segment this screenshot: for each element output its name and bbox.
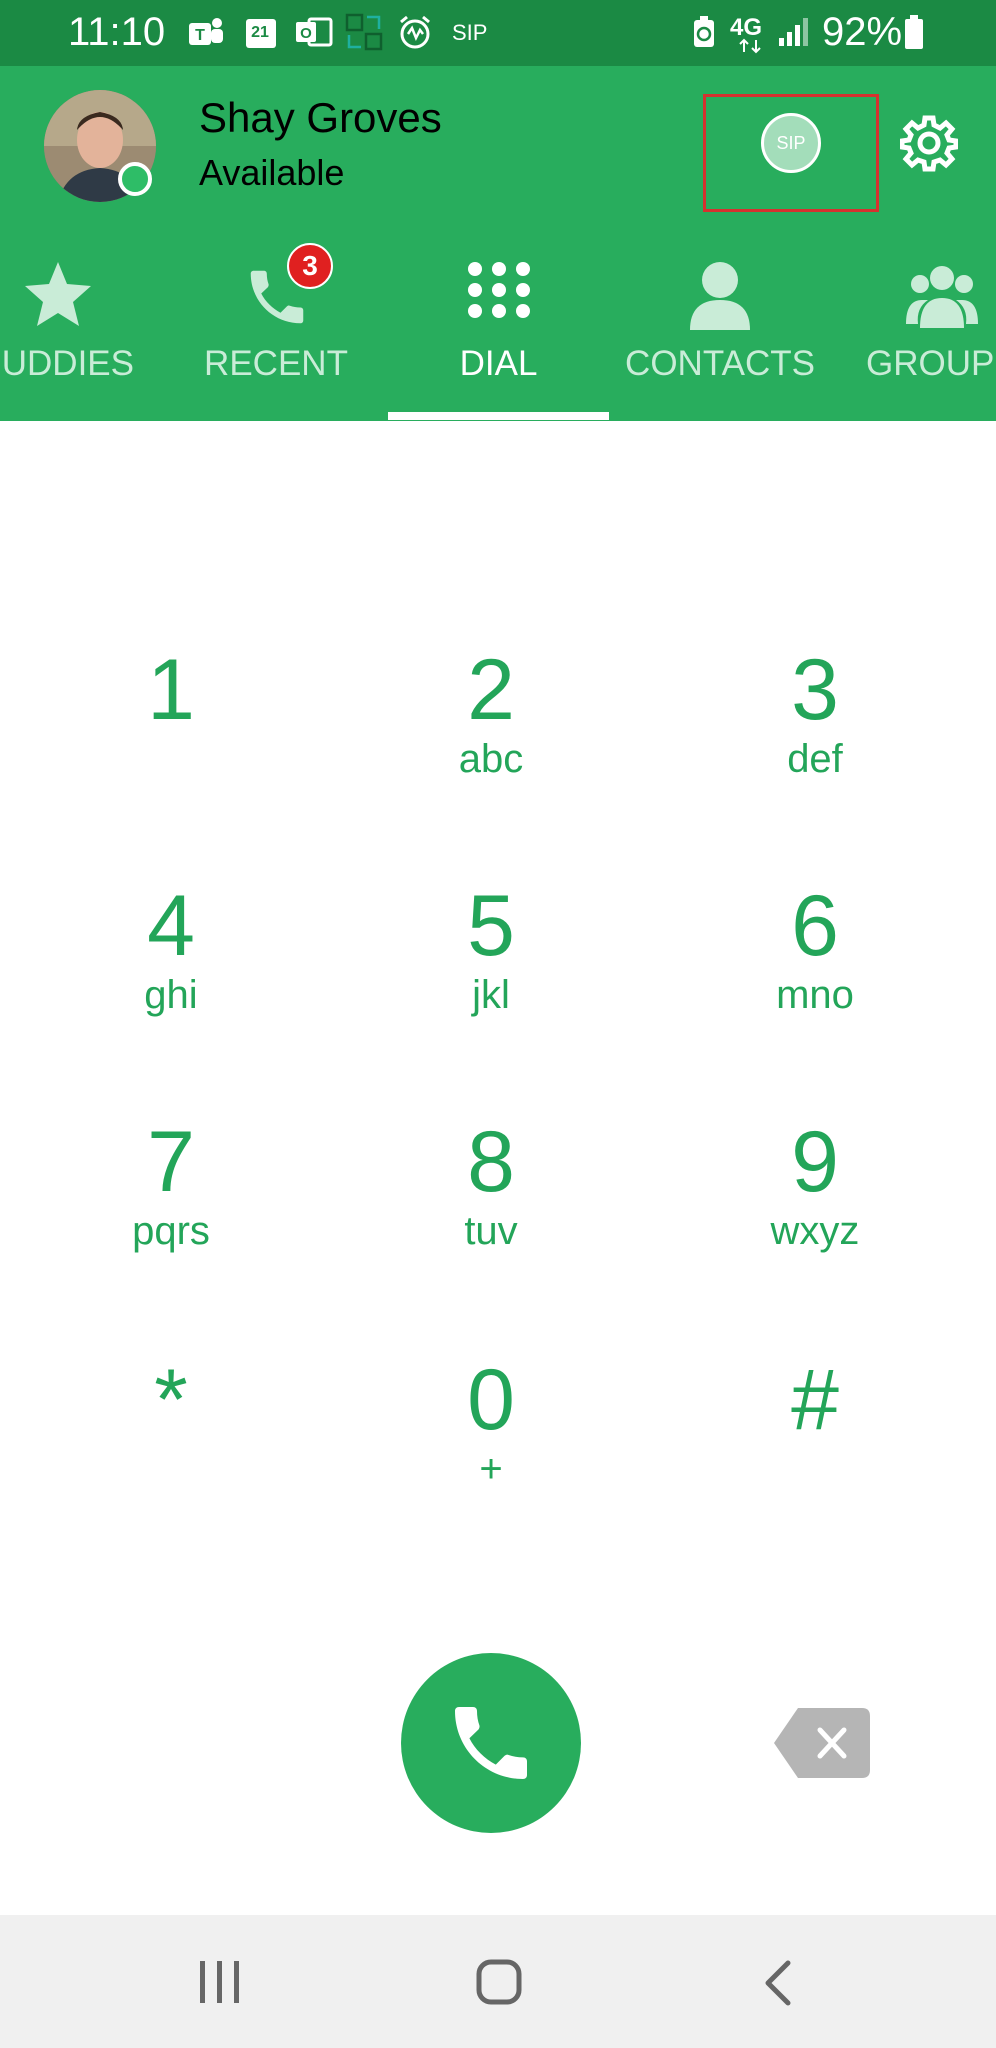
- key-6[interactable]: 6 mno: [690, 876, 940, 1076]
- tab-groups[interactable]: GROUPS: [856, 250, 996, 420]
- tab-contacts[interactable]: CONTACTS: [610, 250, 830, 420]
- user-status[interactable]: Available: [199, 152, 344, 194]
- key-1[interactable]: 1: [46, 640, 296, 840]
- battery-percent: 92%: [822, 10, 903, 54]
- tab-label: RECENT: [204, 344, 348, 383]
- key-letters: +: [479, 1447, 503, 1491]
- sip-highlight-box: SIP: [703, 94, 879, 212]
- presence-indicator: [118, 162, 152, 196]
- backspace-icon: [774, 1708, 870, 1778]
- battery-icon: [902, 14, 926, 50]
- svg-text:T: T: [195, 27, 205, 44]
- svg-text:O: O: [300, 25, 312, 42]
- key-letters: wxyz: [770, 1209, 860, 1253]
- key-letters: ghi: [144, 973, 198, 1017]
- tab-label: CONTACTS: [625, 344, 815, 383]
- settings-gear-icon[interactable]: [899, 114, 959, 172]
- back-icon[interactable]: [762, 1959, 794, 2007]
- outlook-icon: O: [294, 14, 334, 50]
- person-icon: [690, 262, 750, 330]
- key-letters: mno: [776, 973, 854, 1017]
- system-nav-bar: [0, 1915, 996, 2048]
- key-7[interactable]: 7 pqrs: [46, 1112, 296, 1312]
- key-hash[interactable]: #: [690, 1350, 940, 1550]
- key-digit: 7: [147, 1114, 195, 1210]
- tab-recent[interactable]: RECENT: [176, 250, 376, 420]
- sip-status-label: SIP: [776, 132, 806, 153]
- signal-icon: [776, 14, 810, 50]
- key-letters: abc: [458, 737, 524, 781]
- user-name: Shay Groves: [199, 94, 442, 141]
- battery-saver-icon: [690, 14, 718, 50]
- key-0[interactable]: 0 +: [366, 1350, 616, 1550]
- key-letters: tuv: [464, 1209, 518, 1253]
- key-digit: 0: [467, 1352, 515, 1448]
- key-digit: 8: [467, 1114, 515, 1210]
- sync-icon: [344, 13, 384, 51]
- tab-dial[interactable]: DIAL: [388, 250, 609, 420]
- key-digit: #: [791, 1352, 839, 1448]
- key-digit: 5: [467, 878, 515, 974]
- key-4[interactable]: 4 ghi: [46, 876, 296, 1076]
- key-3[interactable]: 3 def: [690, 640, 940, 840]
- phone-icon: [455, 1707, 527, 1779]
- tab-buddies[interactable]: UDDIES: [0, 250, 160, 420]
- key-digit: 1: [147, 642, 195, 738]
- key-star[interactable]: *: [46, 1350, 296, 1550]
- home-icon[interactable]: [476, 1959, 522, 2005]
- key-digit: *: [154, 1352, 188, 1448]
- active-tab-indicator: [388, 412, 609, 420]
- status-time: 11:10: [68, 10, 166, 54]
- key-5[interactable]: 5 jkl: [366, 876, 616, 1076]
- recent-badge: 3: [287, 243, 333, 289]
- tab-label: DIAL: [459, 344, 538, 383]
- star-icon: [25, 262, 91, 326]
- alarm-icon: [396, 14, 434, 50]
- status-sip-label: SIP: [452, 20, 488, 45]
- key-8[interactable]: 8 tuv: [366, 1112, 616, 1312]
- key-digit: 2: [467, 642, 515, 738]
- sip-status-button[interactable]: SIP: [761, 113, 821, 173]
- backspace-button[interactable]: [774, 1708, 870, 1778]
- tab-label: GROUPS: [866, 344, 996, 383]
- status-bar: 11:10 T 21 O SIP 4G 92%: [0, 0, 996, 66]
- call-button[interactable]: [401, 1653, 581, 1833]
- dialpad-icon: [468, 262, 530, 318]
- key-2[interactable]: 2 abc: [366, 640, 616, 840]
- group-icon: [906, 266, 978, 328]
- key-9[interactable]: 9 wxyz: [690, 1112, 940, 1312]
- key-letters: pqrs: [132, 1209, 210, 1253]
- key-letters: jkl: [472, 973, 510, 1017]
- key-digit: 4: [147, 878, 195, 974]
- calendar-date: 21: [251, 24, 269, 41]
- key-digit: 3: [791, 642, 839, 738]
- key-digit: 6: [791, 878, 839, 974]
- recent-apps-icon[interactable]: [198, 1959, 242, 2005]
- key-digit: 9: [791, 1114, 839, 1210]
- teams-icon: T: [186, 14, 226, 50]
- data-arrows-icon: [738, 38, 764, 54]
- tab-label: UDDIES: [1, 344, 134, 383]
- key-letters: def: [787, 737, 843, 781]
